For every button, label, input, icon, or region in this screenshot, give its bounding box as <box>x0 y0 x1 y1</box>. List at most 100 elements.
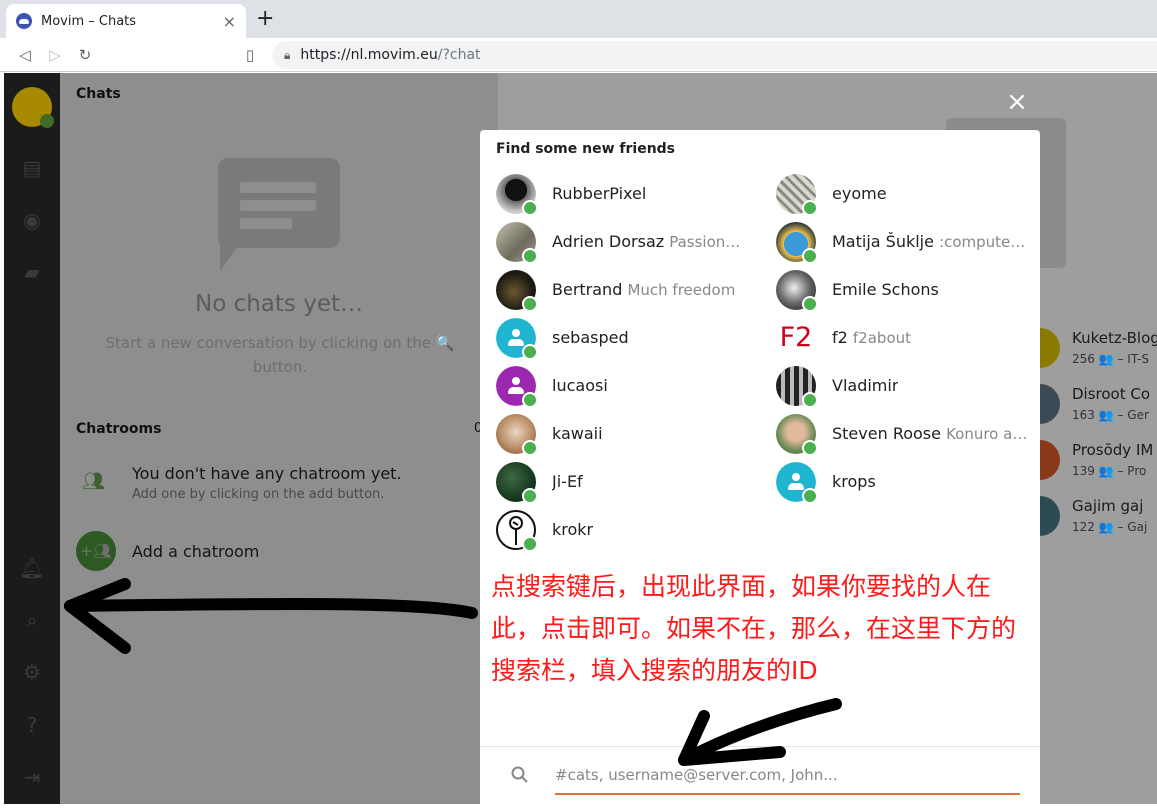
friend-name: krokr <box>552 520 594 539</box>
add-chatroom-icon[interactable]: +👥︎ <box>76 531 116 571</box>
community-name: Kuketz-Blog <box>1072 329 1157 347</box>
presence-dot <box>802 296 818 312</box>
chats-header: Chats <box>76 86 121 102</box>
friend-name: f2 <box>832 328 848 347</box>
tab-close-icon[interactable]: × <box>223 12 236 31</box>
dialog-title: Find some new friends <box>496 141 676 157</box>
movim-favicon-icon <box>16 13 32 29</box>
presence-dot <box>522 200 538 216</box>
friend-name: Matija Šuklje <box>832 232 934 251</box>
friend-item[interactable]: F2 f2 f2about <box>776 318 1038 366</box>
reload-icon[interactable]: ↻ <box>70 46 100 64</box>
help-icon[interactable]: ? <box>18 711 46 739</box>
browser-tab[interactable]: Movim – Chats × <box>6 4 246 38</box>
chats-pane: Chats No chats yet… Start a new conversa… <box>60 73 498 804</box>
friend-name: Adrien Dorsaz <box>552 232 665 251</box>
presence-dot <box>40 114 54 128</box>
friend-item[interactable]: eyome <box>776 174 1038 222</box>
presence-dot <box>522 488 538 504</box>
url-host: https://nl.movim.eu <box>300 47 438 63</box>
forward-icon[interactable]: ▷ <box>40 46 70 64</box>
friend-item[interactable]: kawaii <box>496 414 758 462</box>
tab-title: Movim – Chats <box>41 13 137 29</box>
new-tab-button[interactable]: + <box>256 6 274 31</box>
presence-dot <box>802 248 818 264</box>
presence-dot <box>522 344 538 360</box>
news-icon[interactable]: ▤ <box>18 154 46 182</box>
back-icon[interactable]: ◁ <box>10 46 40 64</box>
no-chatroom-title: You don't have any chatroom yet. <box>132 464 402 483</box>
friend-item[interactable]: RubberPixel <box>496 174 758 222</box>
chatrooms-header: Chatrooms <box>76 421 162 437</box>
friend-name: Ji-Ef <box>552 472 583 491</box>
group-icon: 👥︎ <box>82 471 105 492</box>
chats-icon[interactable]: ▰ <box>18 258 46 286</box>
search-icon <box>511 766 528 783</box>
find-friends-dialog: Find some new friends RubberPixel Adrien… <box>480 130 1040 808</box>
browser-toolbar: ◁ ▷ ↻ ▯ 🔒︎ https://nl.movim.eu/?chat <box>0 38 1157 72</box>
no-chatroom-subtitle: Add one by clicking on the add button. <box>132 487 385 502</box>
empty-chats-title: No chats yet… <box>195 291 363 317</box>
presence-dot <box>522 392 538 408</box>
presence-dot <box>522 536 538 552</box>
presence-dot <box>522 440 538 456</box>
user-avatar[interactable] <box>12 87 54 128</box>
friend-item[interactable]: sebasped <box>496 318 758 366</box>
friend-item[interactable]: Matija Šuklje :compute… <box>776 222 1038 270</box>
friend-name: Steven Roose <box>832 424 941 443</box>
friend-item[interactable]: Vladimir <box>776 366 1038 414</box>
search-icon[interactable]: ⌕ <box>18 606 46 634</box>
community-name: Gajim gaj <box>1072 497 1144 515</box>
friend-name: Bertrand <box>552 280 623 299</box>
friend-name: sebasped <box>552 328 629 347</box>
community-meta: 163 👥 – Ger <box>1072 408 1149 422</box>
close-dialog-icon[interactable]: × <box>1003 88 1031 116</box>
community-name: Prosōdy IM <box>1072 441 1154 459</box>
presence-dot <box>802 440 818 456</box>
friend-status: Konuro a… <box>946 425 1028 443</box>
notifications-icon[interactable]: 🔔︎ <box>18 554 46 582</box>
friend-name: krops <box>832 472 876 491</box>
friend-item[interactable]: krokr <box>496 510 758 558</box>
url-path: /?chat <box>437 47 481 63</box>
friend-item[interactable]: Bertrand Much freedom <box>496 270 758 318</box>
presence-dot <box>802 488 818 504</box>
friend-name: eyome <box>832 184 887 203</box>
search-bar <box>480 746 1040 808</box>
address-bar[interactable]: 🔒︎ https://nl.movim.eu/?chat <box>272 41 1157 69</box>
friend-item[interactable]: Adrien Dorsaz Passion… <box>496 222 758 270</box>
friend-status: Passion… <box>669 233 741 251</box>
presence-dot <box>802 200 818 216</box>
empty-chats-subtitle: Start a new conversation by clicking on … <box>105 334 455 376</box>
friend-status: Much freedom <box>627 281 736 299</box>
add-chatroom-button[interactable]: Add a chatroom <box>132 542 259 561</box>
lock-icon: 🔒︎ <box>284 47 291 62</box>
logout-icon[interactable]: ⇥ <box>18 763 46 791</box>
presence-dot <box>522 248 538 264</box>
presence-dot <box>802 392 818 408</box>
friend-item[interactable]: krops <box>776 462 1038 510</box>
friend-status: f2about <box>852 329 912 347</box>
communities-icon[interactable]: ◉ <box>18 206 46 234</box>
community-meta: 139 👥 – Pro <box>1072 464 1147 478</box>
nav-rail: ▤ ◉ ▰ 🔔︎ ⌕ ⚙ ? ⇥ <box>4 73 60 804</box>
browser-tab-bar: Movim – Chats × + <box>0 0 1157 38</box>
f2-logo-icon: F2 <box>779 322 813 353</box>
search-input[interactable] <box>555 757 1020 795</box>
friend-item[interactable]: Emile Schons <box>776 270 1038 318</box>
annotation-note: 点搜索键后，出现此界面，如果你要找的人在此，点击即可。如果不在，那么，在这里下方… <box>491 572 1017 685</box>
friend-status: :compute… <box>939 233 1026 251</box>
community-meta: 122 👥 – Gaj <box>1072 520 1148 534</box>
community-name: Disroot Co <box>1072 385 1151 403</box>
settings-icon[interactable]: ⚙ <box>18 658 46 686</box>
friend-name: kawaii <box>552 424 603 443</box>
friend-name: RubberPixel <box>552 184 647 203</box>
friend-name: Emile Schons <box>832 280 939 299</box>
presence-dot <box>522 296 538 312</box>
friend-name: lucaosi <box>552 376 608 395</box>
friend-item[interactable]: Ji-Ef <box>496 462 758 510</box>
friend-item[interactable]: lucaosi <box>496 366 758 414</box>
bookmark-icon[interactable]: ▯ <box>235 46 265 64</box>
friend-item[interactable]: Steven Roose Konuro a… <box>776 414 1038 462</box>
community-meta: 256 👥 – IT-S <box>1072 352 1150 366</box>
